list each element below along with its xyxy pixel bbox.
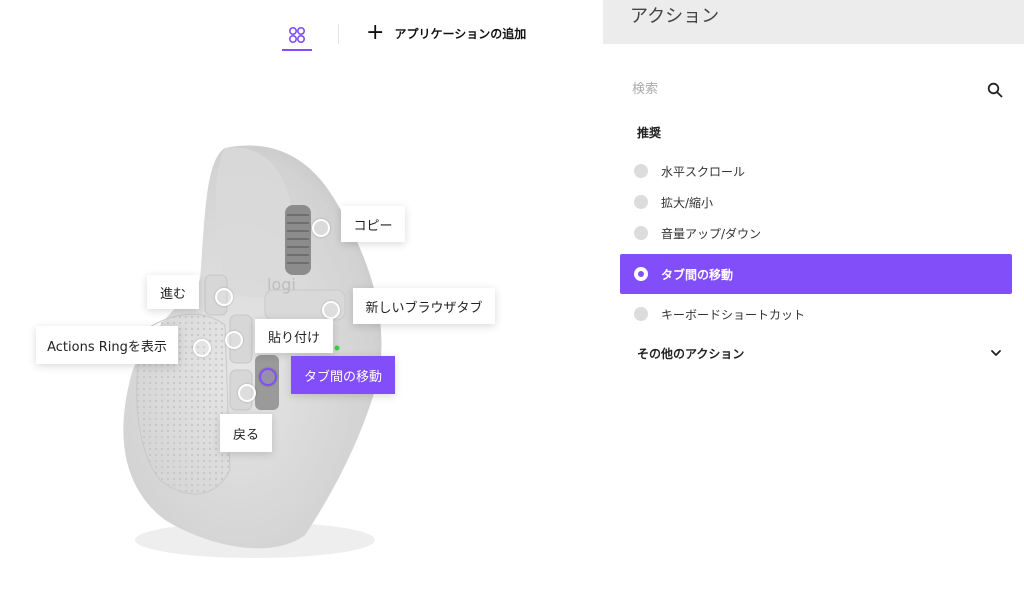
radio-icon	[634, 164, 648, 178]
toolbar-divider	[338, 24, 339, 44]
radio-selected-icon	[634, 267, 648, 281]
action-item-tab-switch[interactable]: タブ間の移動	[620, 254, 1012, 294]
callout-copy[interactable]: コピー	[341, 206, 405, 242]
callout-paste[interactable]: 貼り付け	[255, 319, 333, 353]
hotspot-back[interactable]	[238, 384, 256, 402]
hotspot-tab-switch[interactable]	[259, 368, 277, 386]
hotspot-forward[interactable]	[215, 288, 233, 306]
actions-panel: アクション 推奨 水平スクロール 拡大/縮小 音量アップ/ダウン タブ間の移動 …	[603, 0, 1024, 593]
action-label: キーボードショートカット	[661, 307, 806, 322]
hotspot-paste[interactable]	[225, 331, 243, 349]
callout-new-tab[interactable]: 新しいブラウザタブ	[353, 288, 495, 324]
hotspot-new-tab[interactable]	[322, 301, 340, 319]
radio-icon	[634, 195, 648, 209]
search-icon[interactable]	[987, 82, 1003, 98]
callout-forward[interactable]: 進む	[147, 275, 199, 309]
search-bar	[630, 76, 1008, 102]
apps-grid-icon[interactable]	[282, 24, 312, 52]
recommended-section-title: 推奨	[637, 126, 662, 140]
add-application-label: アプリケーションの追加	[394, 26, 527, 41]
radio-icon	[634, 226, 648, 240]
device-canvas: + アプリケーションの追加 logi コピー 進む 新しいブラウザタブ 貼り付け…	[0, 0, 603, 593]
callout-back[interactable]: 戻る	[220, 414, 272, 452]
hotspot-actions-ring[interactable]	[193, 339, 211, 357]
active-tab-indicator	[282, 49, 312, 51]
add-application-button[interactable]: + アプリケーションの追加	[366, 22, 526, 44]
action-label: 拡大/縮小	[661, 195, 714, 210]
search-input[interactable]	[630, 76, 974, 102]
action-label: 水平スクロール	[661, 164, 746, 179]
callout-tab-switch[interactable]: タブ間の移動	[291, 356, 395, 394]
hotspot-copy[interactable]	[312, 219, 330, 237]
logi-logo: logi	[267, 275, 296, 294]
action-label: 音量アップ/ダウン	[661, 226, 762, 241]
panel-title: アクション	[630, 6, 720, 27]
chevron-down-icon	[991, 350, 1001, 356]
action-item-keyboard-shortcut[interactable]: キーボードショートカット	[620, 296, 1012, 332]
more-actions-label: その他のアクション	[637, 346, 745, 361]
callout-actions-ring[interactable]: Actions Ringを表示	[36, 326, 178, 364]
panel-header: アクション	[603, 0, 1024, 44]
action-label: タブ間の移動	[661, 267, 734, 282]
action-item-volume[interactable]: 音量アップ/ダウン	[620, 215, 1012, 251]
plus-icon: +	[366, 20, 385, 45]
radio-icon	[634, 307, 648, 321]
more-actions-toggle[interactable]: その他のアクション	[637, 342, 1003, 364]
